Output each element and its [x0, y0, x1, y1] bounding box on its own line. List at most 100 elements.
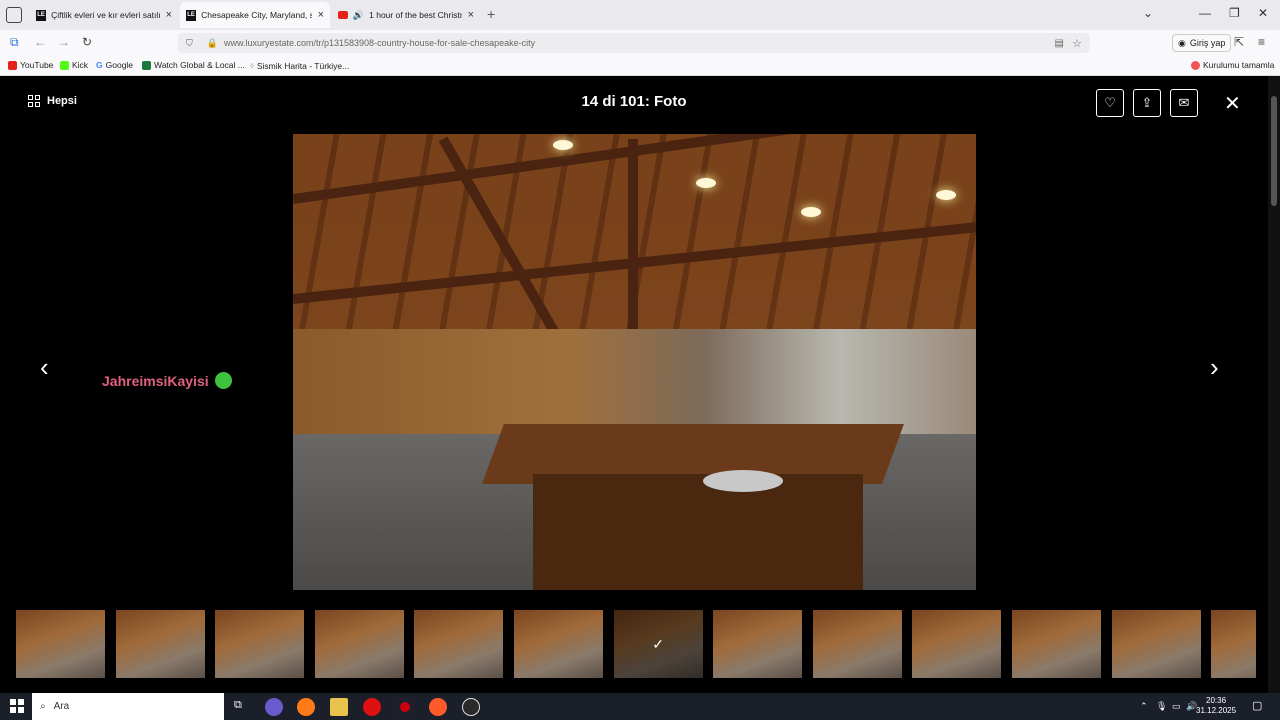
folder-icon[interactable] [330, 698, 348, 716]
task-view-icon[interactable]: ⧉ [234, 699, 242, 712]
lock-icon[interactable]: 🔒 [207, 38, 218, 49]
next-photo-icon[interactable]: › [1210, 352, 1219, 383]
speaker-icon[interactable]: 🔊 [353, 10, 364, 21]
gallery-thumbnail[interactable] [812, 610, 902, 678]
bookmark-google[interactable]: G Google [96, 60, 133, 70]
share-icon: ⇪ [1141, 95, 1153, 110]
gallery-thumbnail[interactable] [613, 610, 703, 678]
network-icon[interactable]: ▭ [1172, 701, 1181, 712]
opera-icon[interactable] [363, 698, 381, 716]
close-tab-icon[interactable]: × [468, 9, 474, 21]
pin-icon: ⬨ [250, 60, 254, 70]
luxuryestate-favicon-icon: LE [36, 9, 47, 21]
gallery-thumbnail[interactable] [414, 610, 504, 678]
bookmark-star-icon[interactable]: ☆ [1072, 37, 1082, 50]
gallery-thumbnail[interactable] [1012, 610, 1101, 678]
gallery-thumbnail[interactable] [1111, 610, 1201, 678]
gallery-thumbnail[interactable] [912, 610, 1002, 678]
sidebar-icon[interactable]: ⧉ [10, 35, 19, 50]
app-icon[interactable] [265, 698, 283, 716]
watermark-label: JahreimsiKayisi [102, 372, 209, 389]
gallery-thumbnail[interactable] [713, 610, 803, 678]
google-icon: G [96, 60, 103, 70]
navigation-bar: ⧉ ← → ↻ ⛉ 🔒 www.luxuryestate.com/tr/p131… [0, 30, 1280, 56]
tab-list-icon[interactable] [6, 7, 22, 23]
bookmark-watch-global[interactable]: Watch Global & Local ... [142, 60, 245, 70]
streamer-logo-icon [214, 372, 232, 389]
tab-title: Chesapeake City, Maryland, sat [201, 10, 312, 20]
gallery-thumbnail[interactable] [1211, 610, 1256, 678]
previous-photo-icon[interactable]: ‹ [40, 352, 49, 383]
watermark: JahreimsiKayisi [102, 372, 232, 389]
forward-icon[interactable]: → [58, 35, 70, 49]
windows-start-icon[interactable] [10, 699, 24, 713]
youtube-icon [8, 60, 17, 70]
firefox-dev-icon[interactable] [429, 698, 447, 716]
new-tab-icon[interactable]: + [487, 6, 495, 22]
tab-chesapeake[interactable]: LE Chesapeake City, Maryland, sat × [180, 2, 330, 28]
taskbar-clock[interactable]: 20:36 31.12.2025 [1196, 696, 1236, 716]
gallery-header: Hepsi 14 di 101: Foto ♡ ⇪ ✉ ✕ [0, 76, 1280, 132]
bookmark-label: YouTube [20, 60, 54, 70]
bookmark-sismik[interactable]: ⬨ Sismik Harita - Türkiye... [250, 60, 349, 71]
gallery-thumbnail[interactable] [215, 610, 305, 678]
envelope-icon: ✉ [1178, 95, 1190, 110]
chevron-up-icon[interactable]: ⌃ [1140, 701, 1148, 712]
microphone-icon[interactable]: 🎙 [1156, 701, 1167, 712]
restore-icon[interactable]: ❐ [1229, 6, 1240, 20]
tab-title: Çiftlik evleri ve kır evleri satılık / [51, 10, 160, 20]
tab-ciftlik[interactable]: LE Çiftlik evleri ve kır evleri satılık … [30, 2, 178, 28]
close-window-icon[interactable]: ✕ [1258, 6, 1268, 20]
ceiling-light [936, 190, 956, 200]
opera-gx-icon[interactable] [396, 698, 414, 716]
main-photo [293, 134, 976, 590]
account-icon: ◉ [1178, 37, 1186, 48]
shield-icon[interactable]: ⛉ [186, 38, 193, 49]
bookmarks-bar: YouTube Kick G Google Watch Global & Loc… [0, 56, 1280, 76]
back-icon[interactable]: ← [34, 35, 46, 49]
tab-youtube[interactable]: 🔊 1 hour of the best Christma × [332, 2, 480, 28]
reload-icon[interactable]: ↻ [82, 35, 92, 49]
favorite-button[interactable]: ♡ [1096, 89, 1124, 117]
thumbnail-strip [16, 610, 1256, 678]
photo-island [533, 474, 863, 590]
bookmark-youtube[interactable]: YouTube [8, 60, 53, 70]
address-bar[interactable]: ⛉ 🔒 www.luxuryestate.com/tr/p131583908-c… [178, 33, 1090, 53]
share-button[interactable]: ⇪ [1133, 89, 1161, 117]
setup-complete-link[interactable]: Kurulumu tamamla [1191, 60, 1274, 70]
email-button[interactable]: ✉ [1170, 89, 1198, 117]
chevron-down-icon[interactable]: ⌄ [1143, 6, 1153, 20]
taskbar-search[interactable]: ⌕ Ara [32, 693, 224, 720]
firefox-icon [1191, 60, 1200, 70]
steam-icon[interactable] [462, 698, 480, 716]
gallery-thumbnail[interactable] [115, 610, 205, 678]
notification-icon[interactable]: ▢ [1252, 699, 1262, 712]
reader-view-icon[interactable]: ▤ [1055, 38, 1064, 49]
signin-button[interactable]: ◉ Giriş yap [1172, 34, 1232, 52]
browser-tab-bar: LE Çiftlik evleri ve kır evleri satılık … [0, 0, 1280, 30]
photo-counter: 14 di 101: Foto [581, 93, 687, 110]
ceiling-light [553, 140, 573, 150]
close-tab-icon[interactable]: × [166, 9, 172, 21]
gallery-thumbnail[interactable] [314, 610, 404, 678]
bookmark-kick[interactable]: Kick [60, 60, 88, 70]
menu-icon[interactable]: ≡ [1258, 35, 1265, 49]
bookmark-label: Sismik Harita - Türkiye... [256, 60, 350, 71]
windows-taskbar: ⌕ Ara ⧉ ⌃ 🎙 ▭ 🔊 20:36 31.12.2025 ▢ [0, 693, 1280, 720]
extensions-icon[interactable]: ⇱ [1234, 35, 1244, 49]
ceiling-light [696, 178, 716, 188]
tv-icon [142, 60, 151, 70]
minimize-icon[interactable]: — [1199, 6, 1211, 20]
ceiling-light [801, 207, 821, 217]
scrollbar-thumb[interactable] [1271, 96, 1277, 206]
heart-icon: ♡ [1104, 95, 1116, 110]
clock-time: 20:36 [1206, 696, 1227, 705]
close-icon[interactable]: ✕ [1224, 91, 1241, 116]
gallery-thumbnail[interactable] [16, 610, 105, 678]
page-scrollbar[interactable] [1268, 76, 1280, 693]
bookmark-label: Kick [72, 60, 89, 70]
bookmark-label: Watch Global & Local ... [154, 60, 245, 70]
firefox-icon[interactable] [297, 698, 315, 716]
close-tab-icon[interactable]: × [318, 9, 324, 21]
gallery-thumbnail[interactable] [514, 610, 603, 678]
